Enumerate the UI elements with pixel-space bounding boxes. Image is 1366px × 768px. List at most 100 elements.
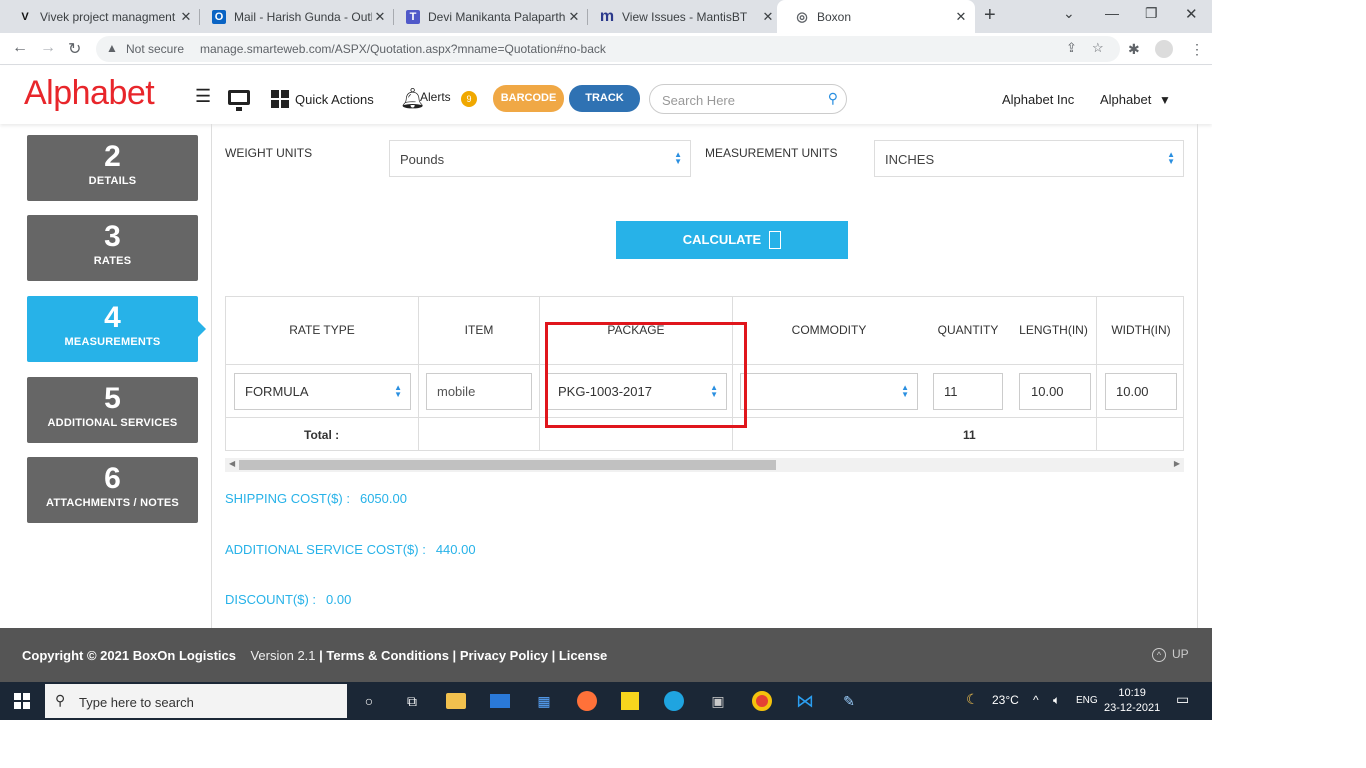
quick-actions-link[interactable]: Quick Actions: [295, 92, 374, 107]
length-input[interactable]: 10.00: [1019, 373, 1091, 410]
calculate-button[interactable]: CALCULATE: [616, 221, 848, 259]
discount-label: DISCOUNT($) :: [225, 592, 316, 607]
scroll-up-button[interactable]: ^ UP: [1152, 647, 1189, 662]
notifications-icon[interactable]: ▭: [1176, 691, 1189, 708]
scroll-right-icon[interactable]: ▶: [1174, 459, 1180, 468]
item-value: mobile: [437, 384, 476, 399]
barcode-button[interactable]: BARCODE: [493, 85, 564, 112]
discount-value: 0.00: [326, 592, 352, 607]
not-secure-label[interactable]: Not secure: [126, 42, 184, 56]
clock[interactable]: 10:19 23-12-2021: [1104, 686, 1160, 716]
store-icon[interactable]: ▦: [534, 691, 554, 711]
profile-avatar-icon[interactable]: [1155, 40, 1173, 58]
close-icon[interactable]: ✕: [566, 9, 582, 25]
weather-moon-icon[interactable]: ☾: [966, 691, 979, 708]
close-icon[interactable]: ✕: [372, 9, 388, 25]
step-rates[interactable]: 3 RATES: [27, 215, 198, 281]
measurement-units-select[interactable]: INCHES ▲ ▼: [874, 140, 1184, 177]
quantity-input[interactable]: 11: [933, 373, 1003, 410]
edge-icon[interactable]: [664, 691, 684, 711]
calculate-label: CALCULATE: [682, 232, 762, 247]
alphabet-logo[interactable]: Alphabet: [24, 74, 155, 113]
close-icon[interactable]: ✕: [178, 9, 194, 25]
scroll-left-icon[interactable]: ◀: [229, 459, 235, 468]
windows-taskbar: ⚲ Type here to search ○ ⧉ ▦ ▣ ⋈ ✎ ☾ 23°C…: [0, 682, 1212, 720]
column-header: ITEM: [464, 323, 494, 337]
url-text[interactable]: manage.smarteweb.com/ASPX/Quotation.aspx…: [200, 42, 606, 56]
tab-teams[interactable]: T Devi Manikanta Palaparthi | Microsoft …: [388, 0, 588, 33]
sticky-notes-icon[interactable]: [621, 692, 639, 710]
width-value: 10.00: [1116, 384, 1149, 399]
tab-mantis[interactable]: m View Issues - MantisBT ✕: [582, 0, 782, 33]
vscode-icon[interactable]: ⋈: [795, 691, 815, 711]
horizontal-scrollbar[interactable]: ◀ ▶: [225, 458, 1184, 472]
weight-units-value: Pounds: [400, 152, 445, 167]
back-arrow-icon[interactable]: ←: [12, 39, 28, 57]
file-explorer-icon[interactable]: [446, 693, 466, 709]
paint-app-icon[interactable]: ✎: [839, 691, 859, 711]
caret-down-icon[interactable]: ▼: [1159, 93, 1171, 107]
step-number: 6: [104, 462, 121, 495]
screen: V Vivek project managment ✕ O Mail - Har…: [0, 0, 1366, 768]
mail-icon[interactable]: [490, 694, 510, 708]
terms-link[interactable]: Terms & Conditions: [326, 648, 449, 663]
tab-search-chevron-icon[interactable]: ⌄: [1063, 5, 1075, 22]
speaker-icon[interactable]: 🔈︎: [1053, 693, 1060, 708]
close-icon[interactable]: ✕: [760, 9, 776, 25]
step-number: 2: [104, 140, 121, 173]
tab-outlook[interactable]: O Mail - Harish Gunda - Outlook ✕: [194, 0, 394, 33]
mantis-favicon-icon: m: [599, 7, 615, 25]
step-attachments-notes[interactable]: 6 ATTACHMENTS / NOTES: [27, 457, 198, 523]
warning-triangle-icon[interactable]: ▲: [106, 41, 118, 55]
user-menu[interactable]: Alphabet ▼: [1100, 92, 1171, 107]
share-icon[interactable]: ⇪: [1066, 40, 1077, 56]
app-header: Alphabet ☰ Quick Actions 🔔︎ Alerts 9 BAR…: [0, 66, 1212, 124]
bookmark-star-icon[interactable]: ☆: [1092, 40, 1104, 56]
task-view-icon[interactable]: ⧉: [402, 691, 422, 711]
extensions-puzzle-icon[interactable]: ✱: [1128, 41, 1140, 58]
language-indicator[interactable]: ENG: [1076, 695, 1098, 706]
scrollbar-thumb[interactable]: [239, 460, 776, 470]
kebab-menu-icon[interactable]: ⋮: [1190, 41, 1204, 58]
cortana-icon[interactable]: ○: [359, 691, 379, 711]
weight-units-select[interactable]: Pounds ▲ ▼: [389, 140, 691, 177]
tab-vivek[interactable]: V Vivek project managment ✕: [0, 0, 200, 33]
tray-chevron-up-icon[interactable]: ^: [1033, 693, 1039, 707]
firefox-icon[interactable]: [577, 691, 597, 711]
shipping-cost: SHIPPING COST($) : 6050.00: [225, 491, 407, 506]
chrome-icon[interactable]: [752, 691, 772, 711]
hamburger-menu-icon[interactable]: ☰: [195, 86, 211, 107]
step-details[interactable]: 2 DETAILS: [27, 135, 198, 201]
user-name[interactable]: Alphabet: [1100, 92, 1151, 107]
minimize-icon[interactable]: —: [1105, 5, 1119, 21]
monitor-icon[interactable]: [228, 90, 250, 111]
column-header: WIDTH(IN): [1111, 323, 1171, 337]
search-icon[interactable]: ⚲: [828, 90, 838, 107]
new-tab-button[interactable]: +: [984, 4, 996, 27]
rate-type-select[interactable]: FORMULA ▲ ▼: [234, 373, 411, 410]
reload-icon[interactable]: ↻: [68, 39, 81, 59]
close-window-icon[interactable]: ✕: [1185, 5, 1198, 23]
forward-arrow-icon[interactable]: →: [40, 39, 56, 57]
archive-app-icon[interactable]: ▣: [708, 691, 728, 711]
close-icon[interactable]: ✕: [953, 9, 969, 25]
quick-actions-grid-icon[interactable]: [271, 90, 289, 108]
step-additional-services[interactable]: 5 ADDITIONAL SERVICES: [27, 377, 198, 443]
taskbar-search-input[interactable]: ⚲ Type here to search: [45, 684, 347, 718]
track-button[interactable]: TRACK: [569, 85, 640, 112]
license-link[interactable]: License: [559, 648, 607, 663]
width-input[interactable]: 10.00: [1105, 373, 1177, 410]
omnibox[interactable]: ▲ Not secure manage.smarteweb.com/ASPX/Q…: [96, 36, 1120, 62]
step-label: ATTACHMENTS / NOTES: [46, 497, 179, 509]
taskbar-search-placeholder: Type here to search: [79, 695, 194, 710]
alerts-link[interactable]: Alerts: [420, 90, 451, 104]
search-input[interactable]: Search Here ⚲: [649, 84, 847, 114]
restore-icon[interactable]: ❐: [1145, 5, 1158, 22]
temperature[interactable]: 23°C: [992, 693, 1019, 707]
tab-boxon[interactable]: ◎ Boxon ✕: [777, 0, 975, 33]
windows-start-icon[interactable]: [14, 693, 30, 709]
privacy-link[interactable]: Privacy Policy: [460, 648, 548, 663]
item-input[interactable]: mobile: [426, 373, 532, 410]
commodity-select[interactable]: ▲ ▼: [740, 373, 918, 410]
step-measurements[interactable]: 4 MEASUREMENTS: [27, 296, 206, 362]
